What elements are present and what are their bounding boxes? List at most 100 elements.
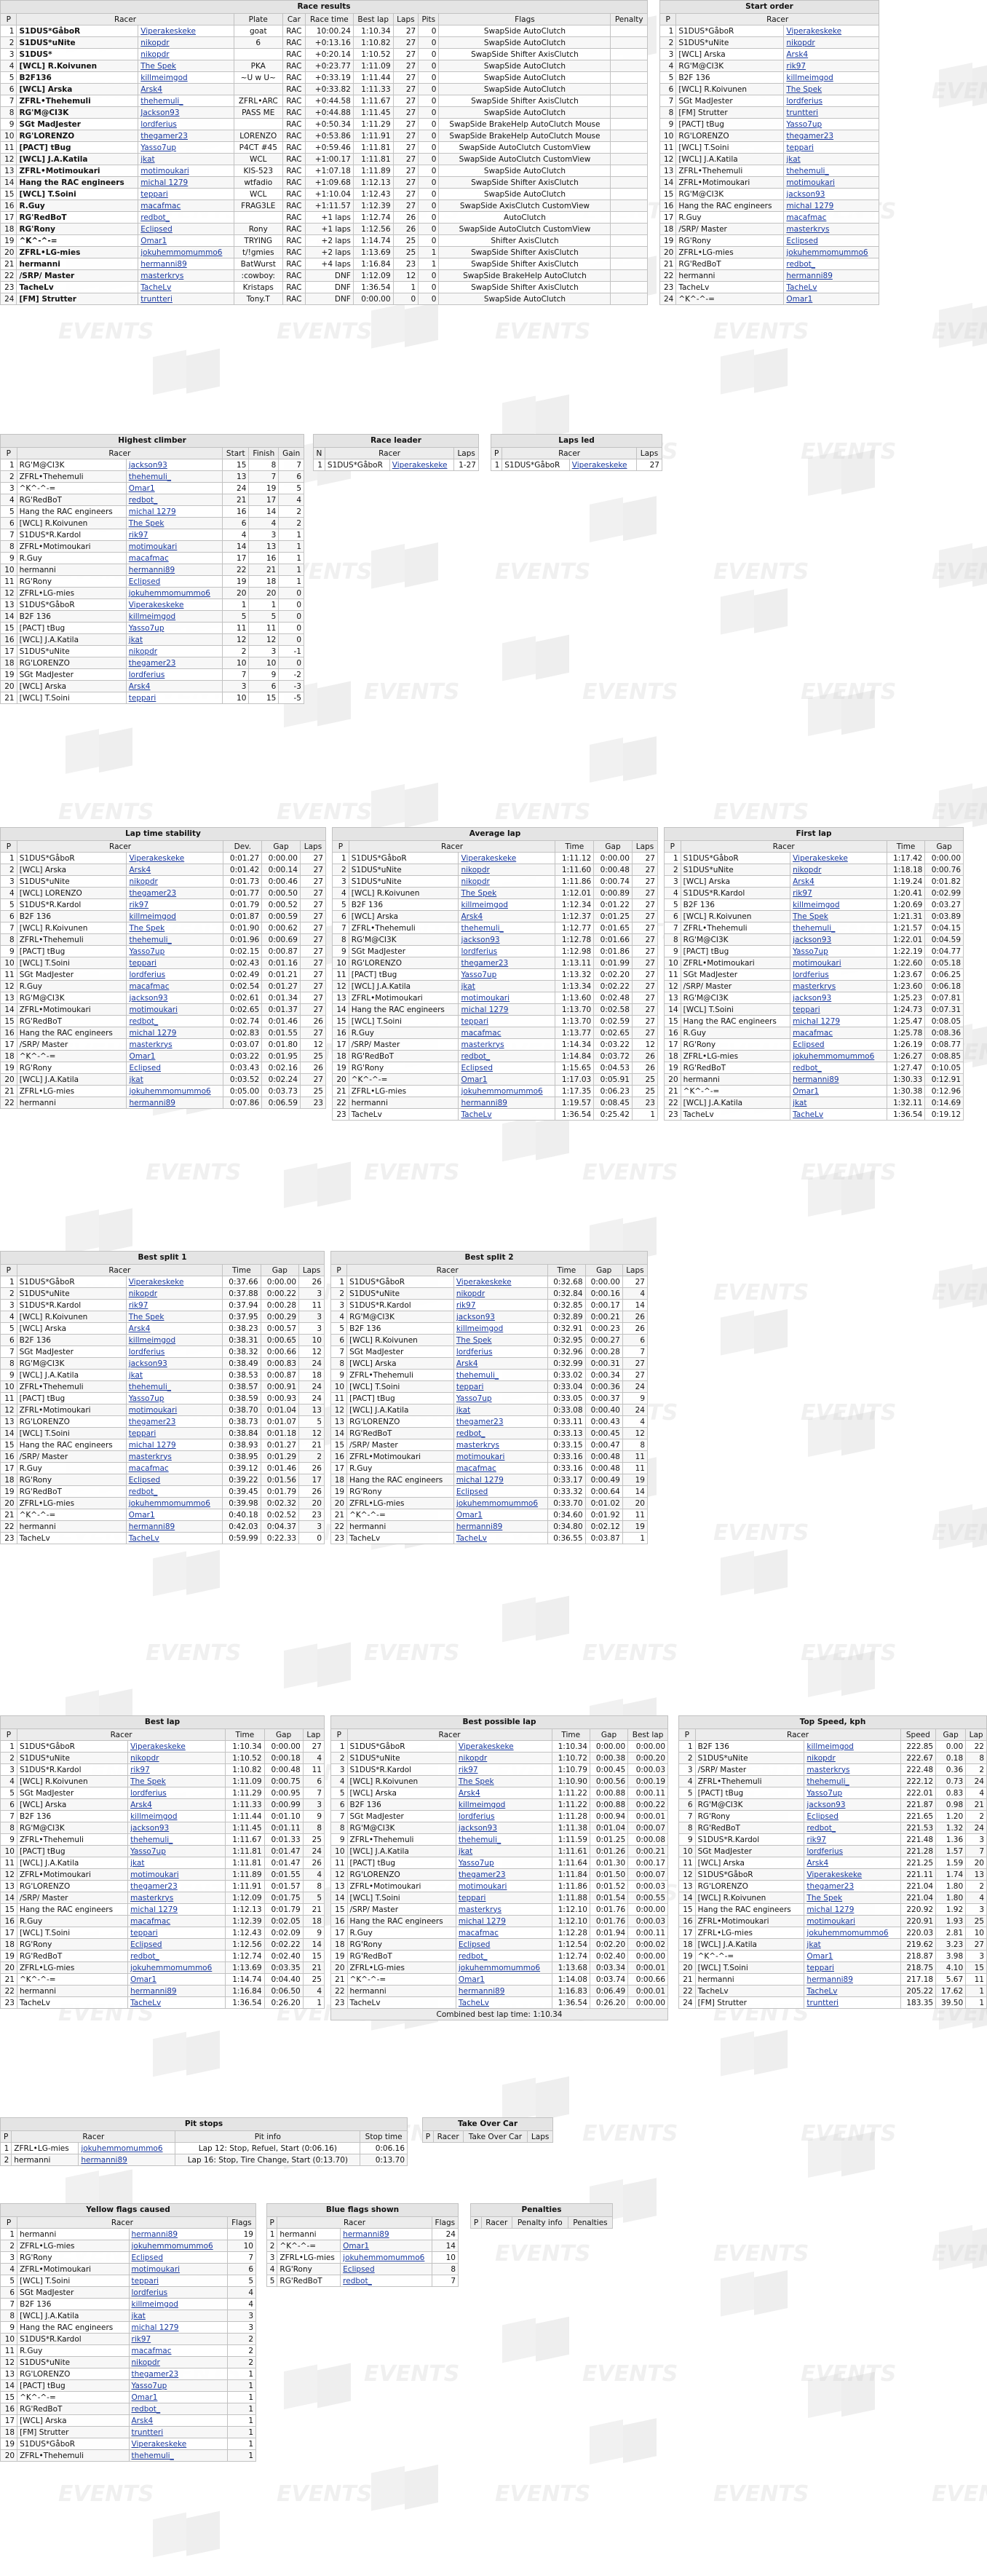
racer-username-link[interactable]: killmeimgod <box>790 898 887 911</box>
racer-username-link[interactable]: nikopdr <box>804 1752 901 1764</box>
racer-username-link[interactable]: rik97 <box>783 60 879 72</box>
racer-username-link[interactable]: Omar1 <box>455 1973 552 1986</box>
racer-username-link[interactable]: killmeimgod <box>127 1810 226 1822</box>
racer-username-link[interactable]: macafmac <box>125 552 223 564</box>
racer-username-link[interactable]: teppari <box>125 1427 223 1439</box>
racer-username-link[interactable]: Eclipsed <box>340 2263 432 2275</box>
racer-username-link[interactable]: hermanni89 <box>804 1973 901 1986</box>
racer-username-link[interactable]: Eclipsed <box>126 1062 224 1074</box>
racer-username-link[interactable]: teppari <box>458 1015 556 1027</box>
racer-username-link[interactable]: teppari <box>127 1927 226 1939</box>
racer-username-link[interactable]: redbot_ <box>128 2403 228 2415</box>
racer-username-link[interactable]: jokuhemmomummo6 <box>458 1085 556 1097</box>
racer-username-link[interactable]: rik97 <box>128 2333 228 2345</box>
racer-username-link[interactable]: TacheLv <box>458 1108 556 1121</box>
racer-username-link[interactable]: jackson93 <box>455 1822 552 1834</box>
racer-username-link[interactable]: teppari <box>804 1961 901 1974</box>
racer-username-link[interactable]: Arsk4 <box>804 1857 901 1869</box>
racer-username-link[interactable]: Omar1 <box>804 1950 901 1962</box>
racer-username-link[interactable]: nikopdr <box>125 1287 223 1300</box>
racer-username-link[interactable]: nikopdr <box>790 864 887 876</box>
racer-username-link[interactable]: Viperakeskeke <box>453 1276 549 1288</box>
racer-username-link[interactable]: hermanni89 <box>78 2154 176 2166</box>
racer-username-link[interactable]: killmeimgod <box>783 71 879 84</box>
racer-username-link[interactable]: thehemuli_ <box>455 1833 552 1846</box>
racer-username-link[interactable]: michal 1279 <box>783 199 879 212</box>
racer-username-link[interactable]: Omar1 <box>127 1973 226 1986</box>
racer-username-link[interactable]: killmeimgod <box>126 910 224 922</box>
racer-username-link[interactable]: Arsk4 <box>128 2414 228 2427</box>
racer-username-link[interactable]: Eclipsed <box>453 1485 549 1498</box>
racer-username-link[interactable]: rik97 <box>455 1763 552 1776</box>
racer-username-link[interactable]: lordferius <box>125 1346 223 1358</box>
racer-username-link[interactable]: lordferius <box>790 968 887 981</box>
racer-username-link[interactable]: rik97 <box>127 1763 226 1776</box>
racer-username-link[interactable]: thehemuli_ <box>804 1775 901 1787</box>
racer-username-link[interactable]: Yasso7up <box>138 141 234 154</box>
racer-username-link[interactable]: nikopdr <box>138 48 234 60</box>
racer-username-link[interactable]: hermanni89 <box>458 1097 556 1109</box>
racer-username-link[interactable]: Yasso7up <box>126 945 224 957</box>
racer-username-link[interactable]: Arsk4 <box>125 680 223 692</box>
racer-username-link[interactable]: jokuhemmomummo6 <box>78 2142 176 2154</box>
racer-username-link[interactable]: hermanni89 <box>340 2228 432 2240</box>
racer-username-link[interactable]: thehemuli_ <box>125 1380 223 1393</box>
racer-username-link[interactable]: thegamer23 <box>453 1415 549 1428</box>
racer-username-link[interactable]: redbot_ <box>126 1015 224 1027</box>
racer-username-link[interactable]: redbot_ <box>455 1950 552 1962</box>
racer-username-link[interactable]: jkat <box>458 980 556 992</box>
racer-username-link[interactable]: motimoukari <box>125 540 223 553</box>
racer-username-link[interactable]: nikopdr <box>458 864 556 876</box>
racer-username-link[interactable]: hermanni89 <box>127 1985 226 1997</box>
racer-username-link[interactable]: Yasso7up <box>127 1845 226 1857</box>
racer-username-link[interactable]: Yasso7up <box>455 1857 552 1869</box>
racer-username-link[interactable]: Omar1 <box>340 2240 432 2252</box>
racer-username-link[interactable]: jokuhemmomummo6 <box>783 246 879 258</box>
racer-username-link[interactable]: Arsk4 <box>790 875 887 888</box>
racer-username-link[interactable]: jkat <box>127 1857 226 1869</box>
racer-username-link[interactable]: TacheLv <box>783 281 879 293</box>
racer-username-link[interactable]: redbot_ <box>125 1485 223 1498</box>
racer-username-link[interactable]: hermanni89 <box>128 2228 228 2240</box>
racer-username-link[interactable]: nikopdr <box>455 1752 552 1764</box>
racer-username-link[interactable]: teppari <box>790 1003 887 1016</box>
racer-username-link[interactable]: Viperakeskeke <box>125 1276 223 1288</box>
racer-username-link[interactable]: macafmac <box>138 199 234 212</box>
racer-username-link[interactable]: Omar1 <box>458 1073 556 1086</box>
racer-username-link[interactable]: hermanni89 <box>126 1097 224 1109</box>
racer-username-link[interactable]: macafmac <box>458 1027 556 1039</box>
racer-username-link[interactable]: michal 1279 <box>790 1015 887 1027</box>
racer-username-link[interactable]: killmeimgod <box>804 1740 901 1753</box>
racer-username-link[interactable]: killmeimgod <box>128 2298 228 2310</box>
racer-username-link[interactable]: Eclipsed <box>125 1474 223 1486</box>
racer-username-link[interactable]: Omar1 <box>125 1509 223 1521</box>
racer-username-link[interactable]: lordferius <box>127 1787 226 1799</box>
racer-username-link[interactable]: Eclipsed <box>783 234 879 247</box>
racer-username-link[interactable]: killmeimgod <box>125 1334 223 1346</box>
racer-username-link[interactable]: Arsk4 <box>458 910 556 922</box>
racer-username-link[interactable]: thegamer23 <box>125 657 223 669</box>
racer-username-link[interactable]: masterkrys <box>127 1892 226 1904</box>
racer-username-link[interactable]: The Spek <box>138 60 234 72</box>
racer-username-link[interactable]: Eclipsed <box>138 223 234 235</box>
racer-username-link[interactable]: Omar1 <box>138 234 234 247</box>
racer-username-link[interactable]: Viperakeskeke <box>126 852 224 864</box>
racer-username-link[interactable]: jokuhemmomummo6 <box>127 1961 226 1974</box>
racer-username-link[interactable]: Eclipsed <box>127 1938 226 1951</box>
racer-username-link[interactable]: hermanni89 <box>783 269 879 282</box>
racer-username-link[interactable]: michal 1279 <box>804 1903 901 1916</box>
racer-username-link[interactable]: Eclipsed <box>790 1038 887 1051</box>
racer-username-link[interactable]: masterkrys <box>804 1763 901 1776</box>
racer-username-link[interactable]: macafmac <box>453 1462 549 1474</box>
racer-username-link[interactable]: jackson93 <box>804 1798 901 1811</box>
racer-username-link[interactable]: TacheLv <box>455 1996 552 2009</box>
racer-username-link[interactable]: macafmac <box>128 2344 228 2357</box>
racer-username-link[interactable]: teppari <box>455 1892 552 1904</box>
racer-username-link[interactable]: thegamer23 <box>458 957 556 969</box>
racer-username-link[interactable]: The Spek <box>125 1311 223 1323</box>
racer-username-link[interactable]: michal 1279 <box>128 2321 228 2334</box>
racer-username-link[interactable]: thehemuli_ <box>453 1369 549 1381</box>
racer-username-link[interactable]: redbot_ <box>138 211 234 224</box>
racer-username-link[interactable]: lordferius <box>453 1346 549 1358</box>
racer-username-link[interactable]: thegamer23 <box>127 1880 226 1892</box>
